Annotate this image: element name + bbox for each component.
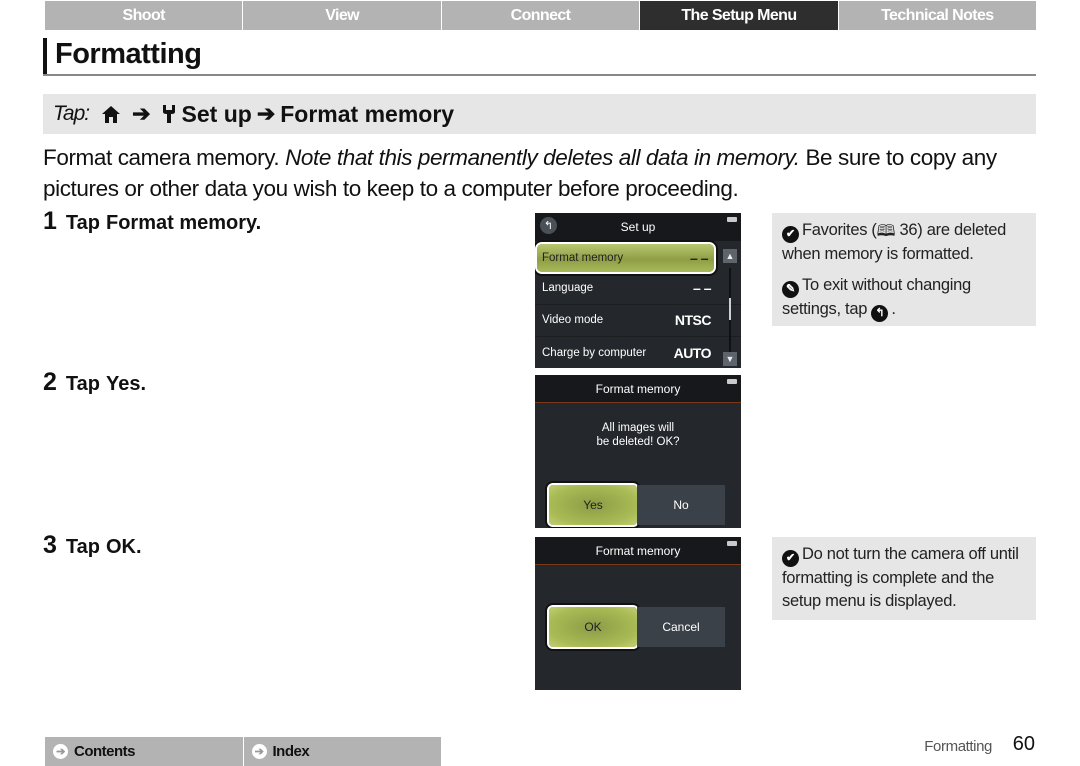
arrow-icon: ➔ [256,101,276,126]
menu-item-label: Language [542,281,594,294]
pencil-icon: ✎ [782,281,799,298]
message-line: All images will [601,422,675,434]
step-number: 1 [43,207,57,235]
step-1: 1 Tap Format memory. [43,207,261,236]
menu-item-charge-by-computer[interactable]: Charge by computer AUTO [535,337,741,368]
menu-item-value: – – [690,250,708,266]
tab-connect[interactable]: Connect [441,1,641,30]
page-title-section: Formatting [43,38,1036,76]
note-box-favorites: ✔ Favorites (🕮 36) are deleted when memor… [772,213,1036,326]
page-number: 60 [1012,733,1035,755]
top-navigation: Shoot View Connect The Setup Menu Techni… [45,1,1037,30]
format-confirm-screen: Format memory All images will be deleted… [535,375,741,528]
tab-setup-menu[interactable]: The Setup Menu [640,1,839,30]
menu-item-label: Video mode [542,314,604,327]
note-favorites: ✔ Favorites (🕮 36) are deleted when memor… [782,219,1028,266]
tab-view[interactable]: View [243,1,442,30]
book-icon: 🕮 [876,223,896,240]
screen-title: Format memory [595,543,681,558]
menu-item-format-memory[interactable]: Format memory – – [535,242,716,274]
note-box-warning: ✔ Do not turn the camera off until format… [772,537,1036,620]
menu-item-label: Charge by computer [542,347,647,360]
yes-button[interactable]: Yes [547,483,639,527]
back-icon[interactable]: ↰ [540,217,557,234]
tap-step-setup: Set up [181,100,252,127]
screen-header: Format memory [535,537,741,565]
menu-item-value: NTSC [674,312,712,329]
setup-menu-list: Format memory – – Language – – Video mod… [535,242,741,368]
tap-step-format-memory: Format memory [280,100,455,127]
screen-title: Set up [620,220,656,234]
step-verb: Tap [65,373,100,395]
step-verb: Tap [65,536,100,558]
screen-header: Format memory [535,375,741,403]
index-label: Index [272,743,310,760]
tap-prefix: Tap: [53,102,90,125]
menu-item-label: Format memory [542,252,624,264]
step-2: 2 Tap Yes. [43,368,146,397]
battery-icon [727,379,737,384]
footer-section-label: Formatting [924,738,992,755]
intro-text-1: Format camera memory. [43,145,286,170]
footer-navigation: ➔ Contents ➔ Index [45,737,441,766]
tab-technical-notes[interactable]: Technical Notes [838,1,1037,30]
no-button[interactable]: No [637,485,725,525]
note-text: Favorites ( [802,221,877,239]
dialog-buttons: Yes No [547,483,725,527]
home-icon [101,105,121,124]
setup-menu-screen: ↰ Set up Format memory – – Language – – … [535,213,741,368]
battery-icon [727,217,737,222]
contents-label: Contents [74,743,136,760]
wrench-icon [162,104,176,124]
step-3: 3 Tap OK. [43,531,142,560]
format-final-screen: Format memory OK Cancel [535,537,741,690]
tab-shoot[interactable]: Shoot [45,1,244,30]
message-line: be deleted! OK? [596,436,680,448]
intro-paragraph: Format camera memory. Note that this per… [43,142,1043,204]
note-warning: ✔ Do not turn the camera off until format… [782,543,1028,613]
note-text: Do not turn the camera off until formatt… [782,545,1019,610]
step-target: OK. [105,536,142,558]
scrollbar-thumb[interactable] [729,298,731,320]
page-reference-link[interactable]: 36 [900,221,918,239]
arrow-icon: ➔ [132,101,151,126]
cancel-button[interactable]: Cancel [637,607,725,647]
menu-item-value: AUTO [673,345,712,362]
step-number: 3 [43,531,57,559]
confirm-message: All images will be deleted! OK? [535,421,741,449]
contents-link[interactable]: ➔ Contents [45,737,244,766]
screen-title: Format memory [595,381,681,396]
tap-path: Tap: ➔ Set up ➔ Format memory [43,94,1036,134]
step-target: Yes. [105,373,147,395]
intro-warning: Note that this permanently deletes all d… [285,145,800,170]
index-link[interactable]: ➔ Index [243,737,441,766]
menu-item-video-mode[interactable]: Video mode NTSC [535,305,741,337]
scroll-down-icon[interactable]: ▼ [723,351,737,366]
note-text: . [891,300,896,318]
battery-icon [727,541,737,546]
title-accent-bar [43,38,47,74]
back-icon: ↰ [871,305,889,322]
menu-item-value: – – [693,279,711,296]
ok-button[interactable]: OK [547,605,639,649]
arrow-circle-icon: ➔ [53,744,68,759]
scroll-up-icon[interactable]: ▲ [723,249,737,263]
note-exit: ✎ To exit without changing settings, tap … [782,274,1028,322]
arrow-circle-icon: ➔ [251,744,267,759]
check-icon: ✔ [782,550,799,567]
step-number: 2 [43,368,57,396]
dialog-buttons: OK Cancel [547,605,725,649]
page-title: Formatting [55,38,202,70]
check-icon: ✔ [782,226,799,243]
menu-item-language[interactable]: Language – – [535,272,741,305]
step-target: Format memory. [105,212,262,234]
step-verb: Tap [65,212,100,234]
screen-header: ↰ Set up [535,213,741,241]
